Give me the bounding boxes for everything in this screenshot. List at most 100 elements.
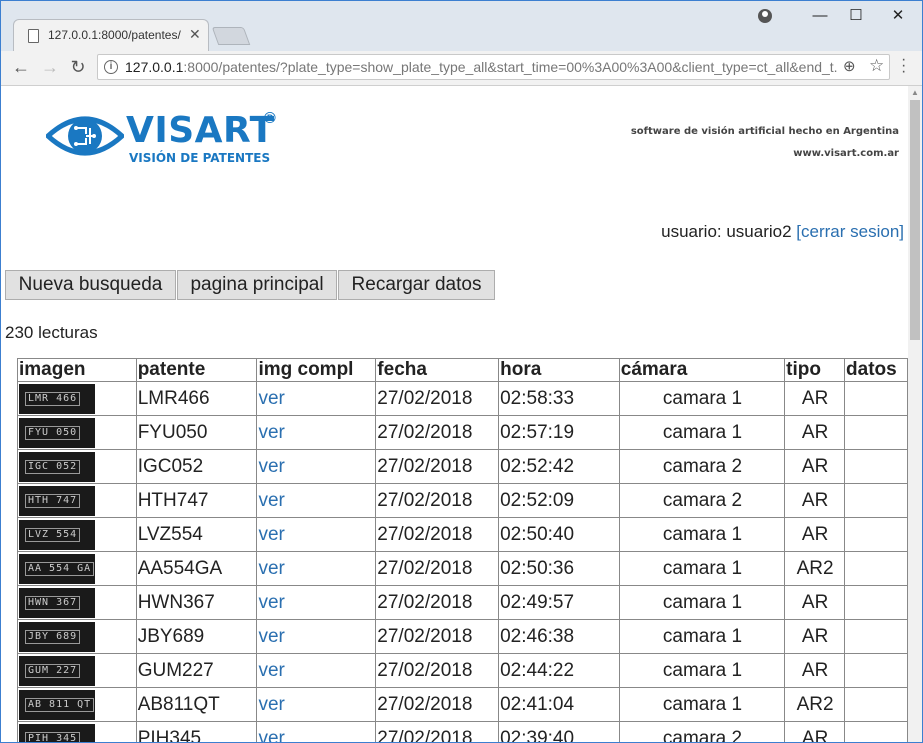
camara-cell: camara 1 [618, 585, 786, 620]
plate-image-text: AA 554 GA [25, 561, 95, 576]
fecha-cell: 27/02/2018 [375, 687, 500, 722]
minimize-icon[interactable]: — [803, 5, 837, 27]
table-header-row: imagen patente img compl fecha hora cáma… [17, 358, 908, 382]
camara-cell: camara 2 [618, 721, 786, 742]
logout-link[interactable]: [cerrar sesion] [796, 222, 904, 241]
info-icon[interactable]: i [104, 60, 118, 74]
back-icon[interactable]: ← [9, 55, 33, 79]
camara-cell: camara 1 [618, 551, 786, 586]
new-search-button[interactable]: Nueva busqueda [5, 270, 176, 300]
plate-image[interactable]: HTH 747 [19, 485, 95, 516]
page-icon [28, 29, 39, 43]
tipo-cell: AR [784, 483, 846, 518]
img-compl-cell: ver [256, 585, 377, 620]
plate-image-cell: JBY 689 [17, 619, 137, 654]
plate-image[interactable]: JBY 689 [19, 621, 95, 652]
plate-image[interactable]: AB 811 QT [19, 689, 95, 720]
menu-icon[interactable]: · · · [901, 52, 906, 80]
plate-image[interactable]: LVZ 554 [19, 519, 95, 550]
plate-image-text: FYU 050 [25, 425, 81, 440]
scroll-up-icon[interactable]: ▲ [911, 88, 919, 97]
header-tipo: tipo [784, 358, 846, 382]
tagline: software de visión artificial hecho en A… [630, 126, 899, 137]
tab-title: 127.0.0.1:8000/patentes/ [48, 28, 181, 42]
ver-link[interactable]: ver [258, 558, 284, 579]
plate-image-text: JBY 689 [25, 629, 81, 644]
plate-image-cell: LVZ 554 [17, 517, 137, 552]
fecha-cell: 27/02/2018 [375, 483, 500, 518]
plate-image-cell: GUM 227 [17, 653, 137, 688]
patente-cell: LVZ554 [135, 517, 258, 552]
plate-image[interactable]: FYU 050 [19, 417, 95, 448]
plate-image-cell: LMR 466 [17, 381, 137, 416]
camara-cell: camara 1 [618, 517, 786, 552]
plate-image[interactable]: HWN 367 [19, 587, 95, 618]
ver-link[interactable]: ver [258, 490, 284, 511]
bookmark-star-icon[interactable]: ☆ [869, 56, 884, 76]
hora-cell: 02:52:42 [498, 449, 620, 484]
ver-link[interactable]: ver [258, 422, 284, 443]
img-compl-cell: ver [256, 619, 377, 654]
img-compl-cell: ver [256, 415, 377, 450]
vertical-scrollbar[interactable]: ▲ [908, 86, 922, 742]
reload-icon[interactable]: ↻ [66, 55, 90, 79]
plate-image[interactable]: LMR 466 [19, 383, 95, 414]
browser-toolbar: ← → ↻ i 127.0.0.1:8000/patentes/?plate_t… [1, 51, 922, 86]
tab-close-icon[interactable]: ✕ [189, 26, 201, 43]
maximize-icon[interactable]: ☐ [839, 5, 873, 27]
header-imagen: imagen [17, 358, 137, 382]
tipo-cell: AR2 [784, 551, 846, 586]
patente-cell: AA554GA [135, 551, 258, 586]
ver-link[interactable]: ver [258, 626, 284, 647]
window-close-icon[interactable]: ✕ [881, 5, 915, 27]
address-bar[interactable]: i 127.0.0.1:8000/patentes/?plate_type=sh… [97, 54, 890, 80]
forward-icon[interactable]: → [38, 55, 62, 79]
reload-data-button[interactable]: Recargar datos [338, 270, 495, 300]
hora-cell: 02:41:04 [498, 687, 620, 722]
fecha-cell: 27/02/2018 [375, 653, 500, 688]
hora-cell: 02:46:38 [498, 619, 620, 654]
ver-link[interactable]: ver [258, 728, 284, 743]
camara-cell: camara 1 [618, 415, 786, 450]
profile-icon[interactable] [758, 9, 772, 23]
plate-image-cell: IGC 052 [17, 449, 137, 484]
header-fecha: fecha [375, 358, 500, 382]
scroll-thumb[interactable] [910, 100, 920, 340]
header-hora: hora [498, 358, 620, 382]
ver-link[interactable]: ver [258, 592, 284, 613]
table-row: HWN 367 HWN367 ver 27/02/2018 02:49:57 camara… [17, 585, 908, 620]
camara-cell: camara 1 [618, 381, 786, 416]
plate-image[interactable]: AA 554 GA [19, 553, 95, 584]
plate-image[interactable]: GUM 227 [19, 655, 95, 686]
browser-tab[interactable]: 127.0.0.1:8000/patentes/ ✕ [13, 19, 209, 51]
url-text: 127.0.0.1:8000/patentes/?plate_type=show… [125, 59, 837, 75]
ver-link[interactable]: ver [258, 456, 284, 477]
ver-link[interactable]: ver [258, 660, 284, 681]
tipo-cell: AR [784, 619, 846, 654]
plate-image[interactable]: IGC 052 [19, 451, 95, 482]
plate-image-text: IGC 052 [25, 459, 81, 474]
plate-image-text: PIH 345 [25, 731, 81, 742]
table-row: HTH 747 HTH747 ver 27/02/2018 02:52:09 camara… [17, 483, 908, 518]
patente-cell: HTH747 [135, 483, 258, 518]
patente-cell: JBY689 [135, 619, 258, 654]
hora-cell: 02:50:36 [498, 551, 620, 586]
header-patente: patente [135, 358, 258, 382]
new-tab-button[interactable] [211, 27, 251, 45]
img-compl-cell: ver [256, 517, 377, 552]
datos-cell [844, 653, 908, 688]
camara-cell: camara 1 [618, 653, 786, 688]
img-compl-cell: ver [256, 721, 377, 743]
hora-cell: 02:50:40 [498, 517, 620, 552]
zoom-icon[interactable]: ⊕ [843, 57, 856, 75]
camara-cell: camara 2 [618, 449, 786, 484]
table-row: PIH 345 PIH345 ver 27/02/2018 02:39:40 camara… [17, 721, 908, 743]
plate-image[interactable]: PIH 345 [19, 723, 95, 742]
ver-link[interactable]: ver [258, 694, 284, 715]
ver-link[interactable]: ver [258, 524, 284, 545]
plate-image-cell: PIH 345 [17, 721, 137, 742]
fecha-cell: 27/02/2018 [375, 619, 500, 654]
main-page-button[interactable]: pagina principal [177, 270, 337, 300]
plate-image-cell: FYU 050 [17, 415, 137, 450]
ver-link[interactable]: ver [258, 388, 284, 409]
